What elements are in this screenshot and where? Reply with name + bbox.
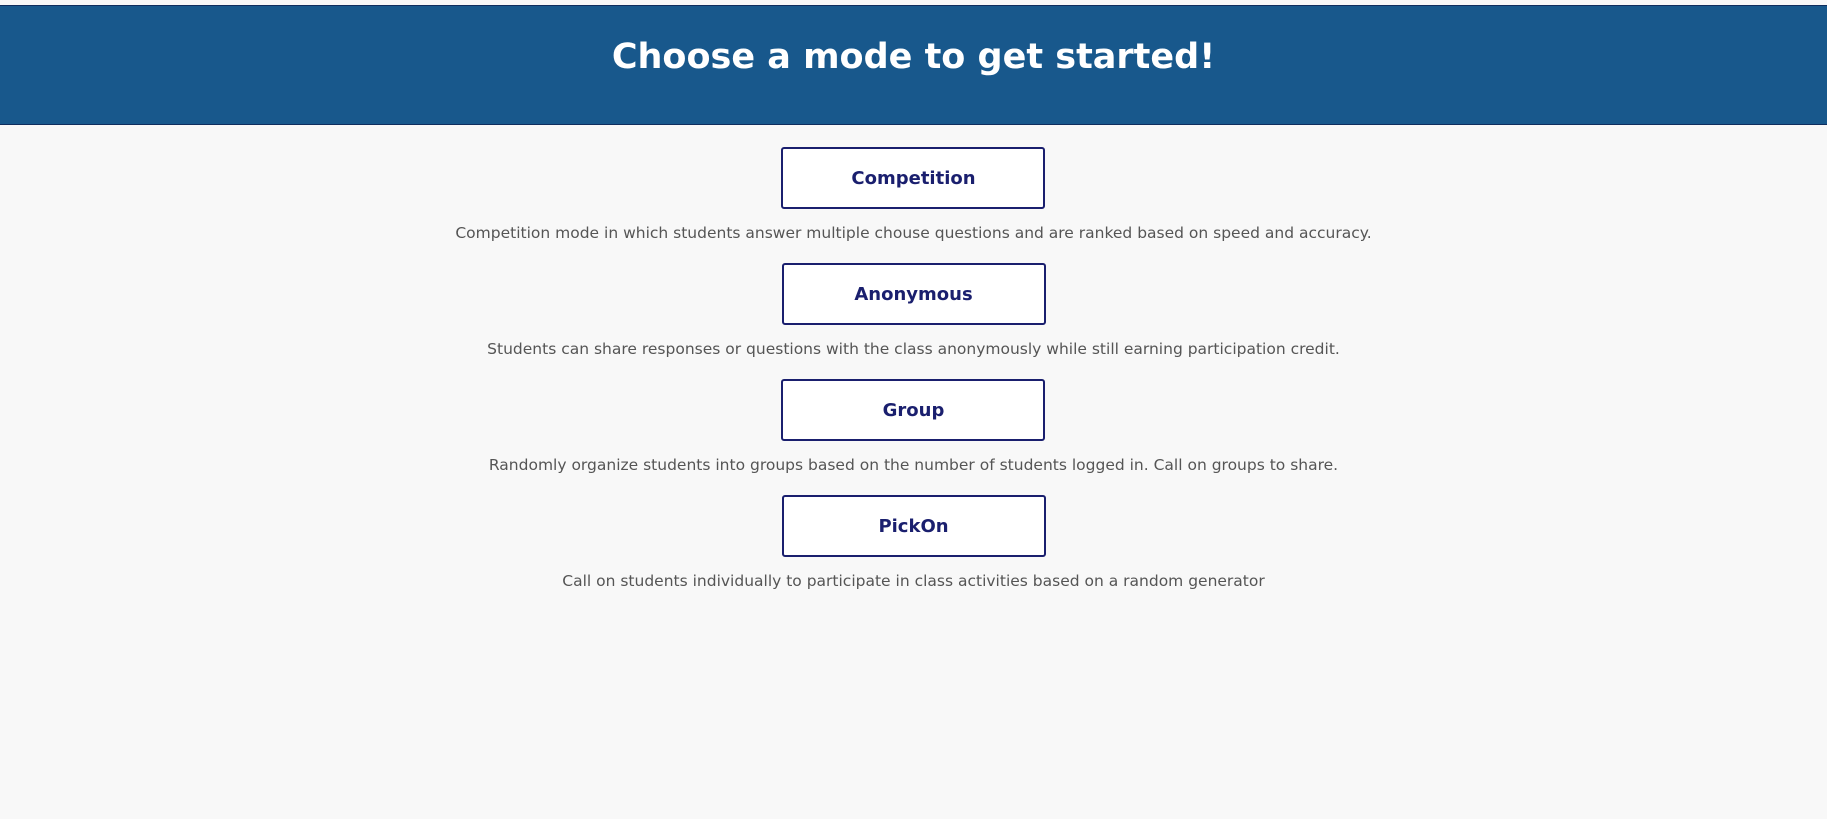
pickon-description: Call on students individually to partici… (562, 572, 1265, 590)
group-button[interactable]: Group (781, 379, 1046, 441)
anonymous-button[interactable]: Anonymous (781, 263, 1046, 325)
page: Choose a mode to get started! Competitio… (0, 0, 1827, 819)
pickon-button[interactable]: PickOn (781, 495, 1046, 557)
mode-item-group: Group Randomly organize students into gr… (489, 379, 1338, 475)
group-description: Randomly organize students into groups b… (488, 456, 1339, 474)
anonymous-description: Students can share responses or question… (487, 340, 1340, 358)
competition-button[interactable]: Competition (781, 147, 1046, 209)
competition-description: Competition mode in which students answe… (455, 224, 1372, 242)
header-banner: Choose a mode to get started! (0, 5, 1827, 125)
mode-list: Competition Competition mode in which st… (0, 147, 1827, 611)
mode-item-competition: Competition Competition mode in which st… (455, 147, 1372, 243)
page-title: Choose a mode to get started! (611, 37, 1216, 77)
mode-item-pickon: PickOn Call on students individually to … (562, 495, 1265, 591)
mode-item-anonymous: Anonymous Students can share responses o… (487, 263, 1340, 359)
